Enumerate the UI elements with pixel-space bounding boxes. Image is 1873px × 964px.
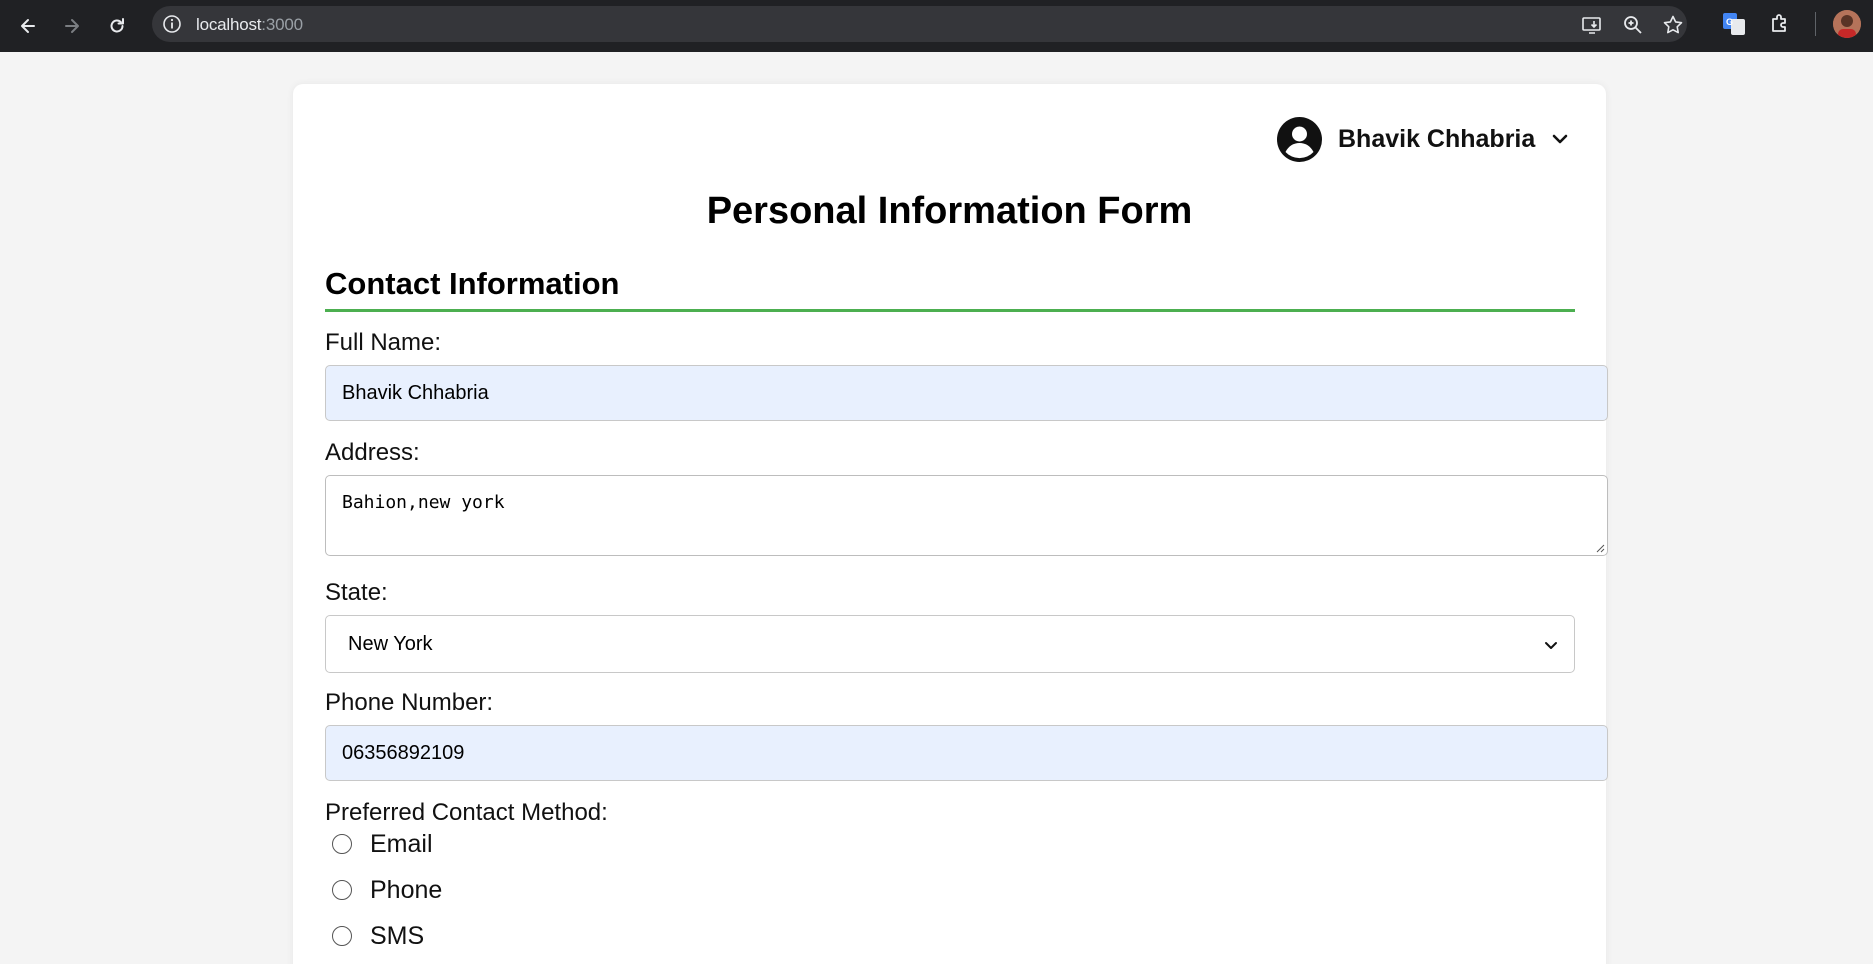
browser-toolbar: localhost:3000 G [0,0,1873,52]
radio-label-phone: Phone [370,875,443,904]
bookmark-star-icon[interactable] [1662,14,1684,36]
state-value: New York [348,632,433,655]
site-info-icon[interactable] [162,14,182,34]
full-name-label: Full Name: [325,329,442,356]
url-port: :3000 [261,15,303,34]
back-button[interactable] [12,10,44,42]
toolbar-divider [1815,12,1816,36]
full-name-input[interactable]: Bhavik Chhabria [325,365,1608,421]
chevron-down-icon [1545,642,1557,649]
user-menu[interactable]: Bhavik Chhabria [1277,116,1571,162]
url-host: localhost [196,15,262,34]
address-bar[interactable]: localhost:3000 [152,6,1687,42]
state-select[interactable]: New York [325,615,1575,673]
section-divider [325,309,1575,312]
install-app-icon[interactable] [1581,14,1603,36]
url-text: localhost:3000 [196,15,303,35]
reload-button[interactable] [101,10,133,42]
phone-value: 06356892109 [342,741,465,764]
forward-arrow-icon [65,19,79,33]
forward-button[interactable] [56,10,88,42]
contact-method-sms[interactable]: SMS [332,921,424,951]
extensions-puzzle-icon[interactable] [1768,12,1792,36]
page-title: Personal Information Form [706,190,1193,232]
section-title: Contact Information [325,266,620,301]
state-label: State: [325,579,388,606]
chevron-down-icon [1552,134,1568,144]
radio-label-email: Email [370,829,433,858]
address-textarea[interactable]: Bahion,new york [325,475,1608,556]
user-circle-icon [1277,116,1322,162]
radio-button[interactable] [332,834,352,854]
profile-photo-icon [1833,10,1861,38]
translate-extension-icon[interactable]: G [1722,12,1746,36]
resize-grip-icon[interactable] [1595,543,1605,553]
phone-input[interactable]: 06356892109 [325,725,1608,781]
radio-button[interactable] [332,926,352,946]
contact-method-label: Preferred Contact Method: [325,799,608,826]
back-arrow-icon [21,19,35,33]
profile-avatar[interactable] [1833,10,1861,38]
radio-label-sms: SMS [370,921,425,950]
zoom-icon[interactable] [1622,14,1644,36]
contact-method-email[interactable]: Email [332,829,433,859]
svg-text:G: G [1726,17,1733,27]
phone-label: Phone Number: [325,689,494,716]
radio-button[interactable] [332,880,352,900]
contact-method-phone[interactable]: Phone [332,875,442,905]
user-name: Bhavik Chhabria [1338,124,1536,153]
full-name-value: Bhavik Chhabria [342,381,489,404]
address-label: Address: [325,439,420,466]
address-value: Bahion,new york [342,492,505,513]
reload-icon [110,18,124,33]
